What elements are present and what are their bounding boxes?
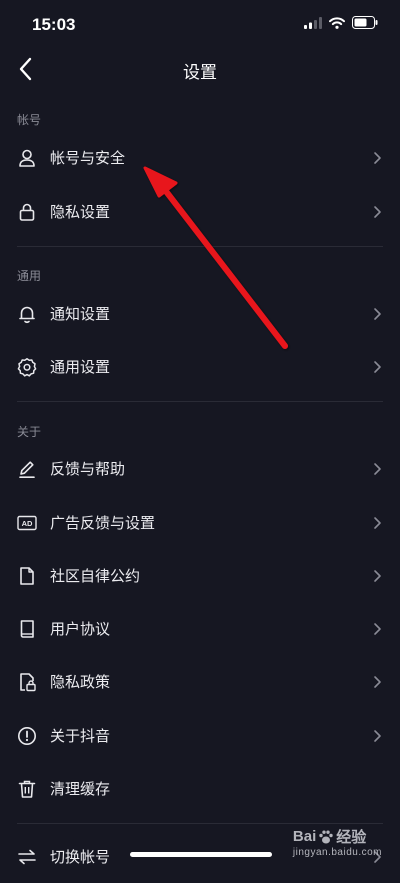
system-indicators — [304, 16, 378, 29]
menu-item-notification-settings[interactable]: 通知设置 — [0, 288, 400, 340]
menu-item-feedback-help[interactable]: 反馈与帮助 — [0, 443, 400, 495]
menu-item-label: 通用设置 — [50, 358, 111, 376]
gear-icon — [17, 358, 37, 377]
chevron-right-icon — [374, 152, 381, 164]
chevron-right-icon — [374, 676, 381, 688]
chevron-right-icon — [374, 206, 381, 218]
paw-icon — [319, 830, 333, 843]
watermark-brand: Bai — [292, 828, 317, 845]
menu-item-label: 用户协议 — [50, 620, 111, 638]
menu-item-user-agreement[interactable]: 用户协议 — [0, 603, 400, 655]
page-title: 设置 — [183, 63, 217, 83]
file-lock-icon — [20, 673, 36, 692]
bell-icon — [19, 306, 35, 324]
watermark-brand-suffix: 经验 — [336, 829, 367, 846]
menu-item-label: 社区自律公约 — [50, 567, 141, 585]
user-icon — [19, 149, 35, 167]
cellular-signal-icon — [304, 16, 322, 29]
section-divider — [17, 401, 383, 402]
nav-header: 设置 — [0, 48, 400, 90]
menu-item-about-douyin[interactable]: 关于抖音 — [0, 710, 400, 762]
menu-item-label: 隐私政策 — [50, 673, 111, 691]
menu-item-ad-feedback-settings[interactable]: AD 广告反馈与设置 — [0, 497, 400, 549]
menu-item-label: 清理缓存 — [50, 780, 111, 798]
section-title-general: 通用 — [17, 269, 42, 283]
menu-item-privacy-settings[interactable]: 隐私设置 — [0, 186, 400, 238]
menu-item-label: 切换帐号 — [50, 848, 111, 866]
trash-icon — [18, 780, 36, 798]
watermark: Bai 经验 jingyan.baidu.com — [293, 826, 382, 858]
menu-item-label: 反馈与帮助 — [50, 460, 126, 478]
section-title-account: 帐号 — [17, 113, 42, 127]
menu-item-label: 帐号与安全 — [50, 149, 126, 167]
menu-item-label: 关于抖音 — [50, 727, 111, 745]
battery-icon — [352, 16, 378, 29]
lock-icon — [19, 203, 35, 221]
section-title-about: 关于 — [17, 425, 42, 439]
chevron-right-icon — [374, 308, 381, 320]
menu-item-privacy-policy[interactable]: 隐私政策 — [0, 656, 400, 708]
menu-item-label: 广告反馈与设置 — [50, 514, 156, 532]
home-indicator[interactable] — [130, 852, 272, 857]
chevron-right-icon — [374, 361, 381, 373]
menu-item-label: 隐私设置 — [50, 203, 111, 221]
menu-item-general-settings[interactable]: 通用设置 — [0, 341, 400, 393]
document-icon — [20, 567, 34, 585]
chevron-right-icon — [374, 730, 381, 742]
ad-badge-text: AD — [22, 519, 33, 528]
menu-item-community-guidelines[interactable]: 社区自律公约 — [0, 550, 400, 602]
ad-icon: AD — [17, 515, 37, 531]
chevron-right-icon — [374, 463, 381, 475]
status-bar: 15:03 — [0, 0, 400, 50]
chevron-right-icon — [374, 517, 381, 529]
chevron-right-icon — [374, 570, 381, 582]
pencil-icon — [19, 461, 35, 478]
section-divider — [17, 823, 383, 824]
menu-item-label: 通知设置 — [50, 305, 111, 323]
section-divider — [17, 246, 383, 247]
chevron-right-icon — [374, 623, 381, 635]
info-icon — [18, 727, 36, 745]
status-time: 15:03 — [32, 15, 76, 34]
book-icon — [20, 620, 34, 638]
wifi-icon — [329, 16, 345, 29]
switch-icon — [18, 849, 36, 865]
menu-item-account-security[interactable]: 帐号与安全 — [0, 132, 400, 184]
watermark-url: jingyan.baidu.com — [292, 847, 382, 858]
menu-item-clear-cache[interactable]: 清理缓存 — [0, 763, 400, 815]
